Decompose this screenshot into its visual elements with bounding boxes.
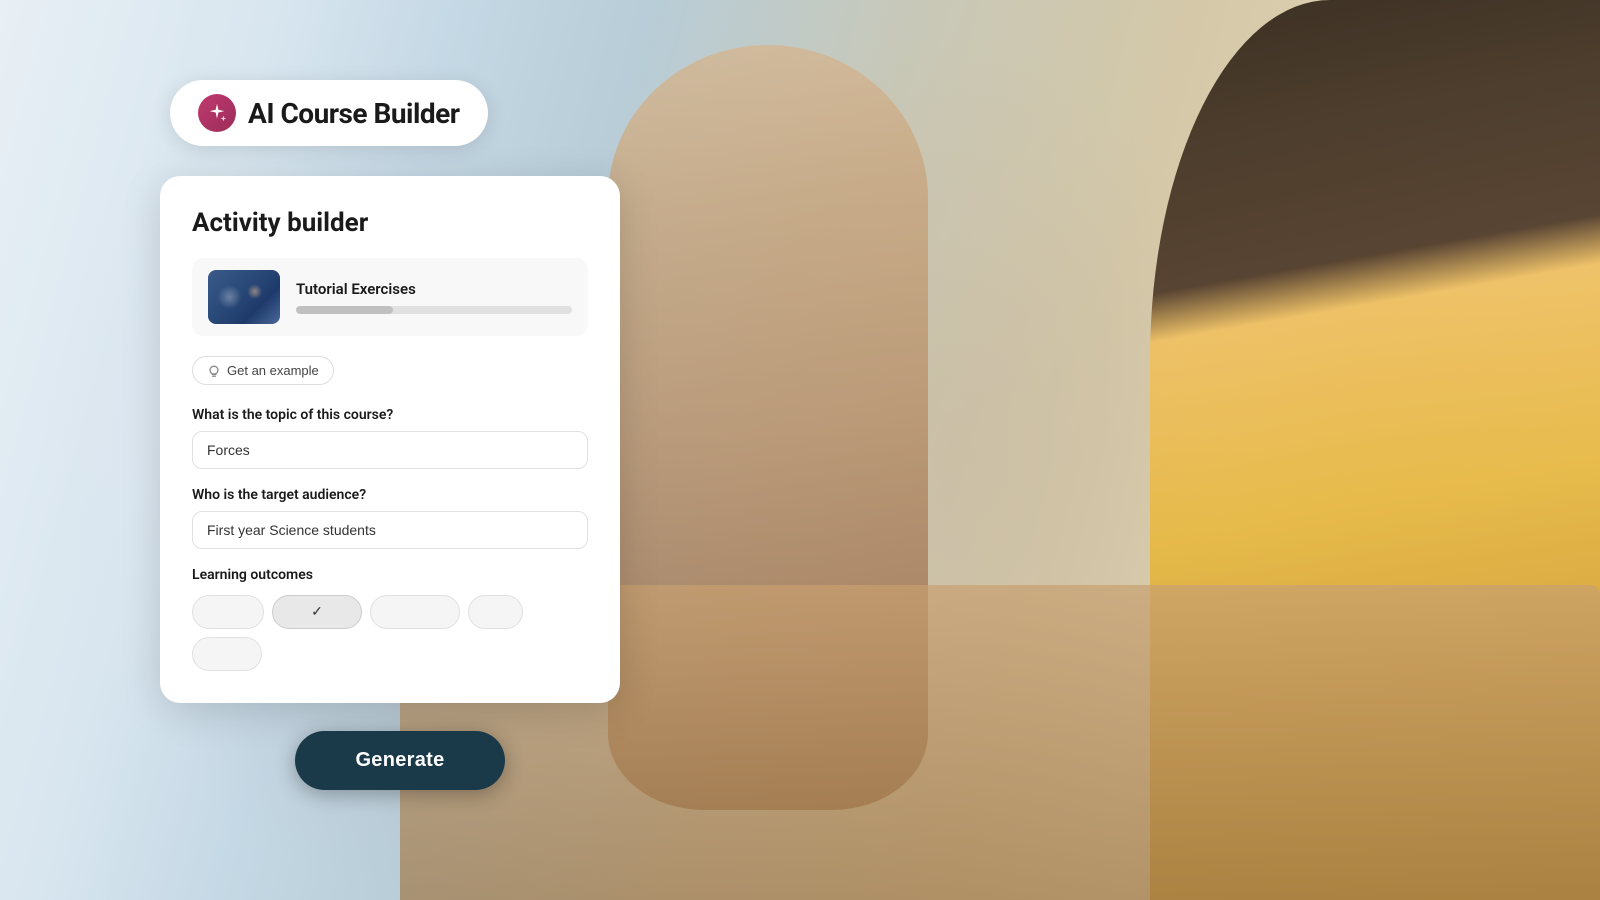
- outcome-pill-3[interactable]: [370, 595, 460, 629]
- audience-input[interactable]: [192, 511, 588, 549]
- lightbulb-icon: [207, 364, 221, 378]
- progress-bar-background: [296, 306, 572, 314]
- get-example-button[interactable]: Get an example: [192, 356, 334, 385]
- check-icon: ✓: [311, 604, 323, 620]
- outcomes-pills: ✓: [192, 595, 588, 671]
- progress-bar-fill: [296, 306, 393, 314]
- tutorial-row: Tutorial Exercises: [192, 258, 588, 336]
- header-title: AI Course Builder: [248, 97, 460, 130]
- audience-field-group: Who is the target audience?: [192, 487, 588, 549]
- topic-input[interactable]: [192, 431, 588, 469]
- ai-sparkle-icon: [198, 94, 236, 132]
- audience-label: Who is the target audience?: [192, 487, 588, 503]
- outcome-pill-2[interactable]: ✓: [272, 595, 362, 629]
- generate-button-wrapper: Generate: [170, 731, 630, 790]
- activity-builder-card: Activity builder Tutorial Exercises Get …: [160, 176, 620, 703]
- outcomes-label: Learning outcomes: [192, 567, 588, 583]
- header-pill: AI Course Builder: [170, 80, 488, 146]
- example-button-label: Get an example: [227, 363, 319, 378]
- generate-button[interactable]: Generate: [295, 731, 504, 790]
- topic-label: What is the topic of this course?: [192, 407, 588, 423]
- outcome-pill-4[interactable]: [468, 595, 523, 629]
- topic-field-group: What is the topic of this course?: [192, 407, 588, 469]
- learning-outcomes-section: Learning outcomes ✓: [192, 567, 588, 671]
- generate-button-label: Generate: [355, 749, 444, 771]
- tutorial-info: Tutorial Exercises: [296, 280, 572, 314]
- tutorial-name: Tutorial Exercises: [296, 280, 572, 298]
- main-content: AI Course Builder Activity builder Tutor…: [0, 0, 1600, 900]
- tutorial-thumbnail: [208, 270, 280, 324]
- card-title: Activity builder: [192, 208, 588, 238]
- outcome-pill-5[interactable]: [192, 637, 262, 671]
- outcome-pill-1[interactable]: [192, 595, 264, 629]
